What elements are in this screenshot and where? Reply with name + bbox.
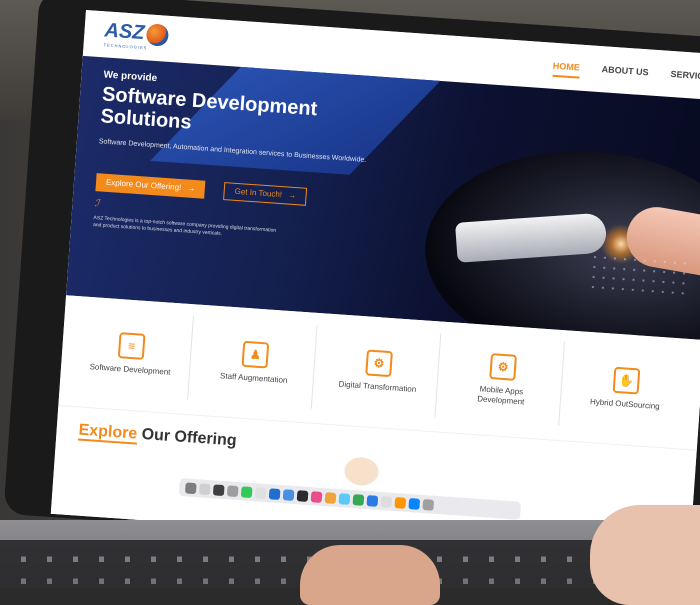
photos-icon[interactable]	[310, 490, 323, 503]
preview-icon[interactable]	[226, 484, 239, 497]
service-card-mobile-apps-development[interactable]: ⚙ Mobile Apps Development	[440, 333, 565, 427]
trash-icon[interactable]	[422, 498, 435, 511]
dot-pattern	[587, 251, 691, 299]
files-icon[interactable]	[408, 497, 421, 510]
service-label: Mobile Apps Development	[476, 384, 525, 407]
service-card-staff-augmentation[interactable]: ♟ Staff Augmentation	[193, 316, 318, 409]
hero-about-text: ASZ Technologies is a top-notch software…	[92, 215, 277, 238]
hero-eyebrow: We provide	[103, 69, 158, 85]
calendar-icon[interactable]	[254, 486, 267, 499]
service-label: Digital Transformation	[338, 379, 417, 394]
app-gear-icon: ⚙	[489, 353, 517, 381]
finder-icon[interactable]	[184, 481, 197, 494]
explore-offering-label: Explore Our Offering!	[105, 177, 182, 193]
globe-icon	[145, 22, 170, 47]
nav-about-us[interactable]: ABOUT US	[601, 64, 649, 83]
launchpad-icon[interactable]	[198, 482, 211, 495]
code-window-icon: ≡	[117, 332, 146, 360]
music-icon[interactable]	[296, 489, 309, 502]
mobile-gear-icon: ⚙	[365, 349, 393, 378]
left-hand	[300, 545, 440, 605]
right-hand	[590, 505, 700, 605]
terminal-icon[interactable]	[212, 483, 225, 496]
logo-text: ASZ	[103, 19, 146, 45]
handshake-icon: ✋	[612, 366, 641, 395]
laptop-screen: ASZ TECHNOLOGIES HOME ABOUT US SERVICES …	[50, 10, 700, 559]
service-card-hybrid-outsourcing[interactable]: ✋ Hybrid OutSourcing	[564, 343, 688, 435]
explore-heading: Explore Our Offering	[77, 421, 238, 451]
robot-human-hands-image	[418, 140, 700, 340]
main-nav: HOME ABOUT US SERVICES ▾	[552, 60, 700, 89]
service-label: Hybrid OutSourcing	[589, 397, 660, 411]
get-in-touch-button[interactable]: Get In Touch! →	[223, 182, 308, 206]
vscode-icon[interactable]	[366, 494, 379, 507]
chrome-icon[interactable]	[352, 493, 365, 506]
service-card-digital-transformation[interactable]: ⚙ Digital Transformation	[316, 325, 442, 418]
get-in-touch-label: Get In Touch!	[234, 186, 283, 200]
service-label: Staff Augmentation	[219, 371, 288, 385]
appstore-icon[interactable]	[268, 487, 281, 500]
settings-icon[interactable]	[380, 495, 393, 508]
explore-heading-rest: Our Offering	[136, 425, 238, 450]
arrow-right-icon: →	[287, 190, 297, 201]
messages-icon[interactable]	[240, 485, 253, 498]
nav-home[interactable]: HOME	[552, 60, 581, 79]
explore-heading-accent: Explore	[77, 421, 138, 445]
explore-offering-button[interactable]: Explore Our Offering! →	[95, 173, 206, 199]
nav-services[interactable]: SERVICES ▾	[670, 69, 700, 89]
decorative-blob	[343, 456, 380, 487]
signature-icon: ℐ	[94, 198, 100, 210]
notes-icon[interactable]	[324, 491, 337, 504]
arrow-right-icon: →	[186, 183, 196, 194]
nav-services-label: SERVICES	[670, 68, 700, 83]
service-label: Software Development	[89, 362, 171, 377]
safari-icon[interactable]	[338, 492, 351, 505]
hero-banner: We provide Software Development Solution…	[66, 55, 700, 340]
team-icon: ♟	[241, 340, 270, 369]
mail-icon[interactable]	[282, 488, 295, 501]
books-icon[interactable]	[394, 496, 407, 509]
robot-hand-shape	[454, 212, 608, 263]
service-card-software-development[interactable]: ≡ Software Development	[69, 307, 194, 401]
